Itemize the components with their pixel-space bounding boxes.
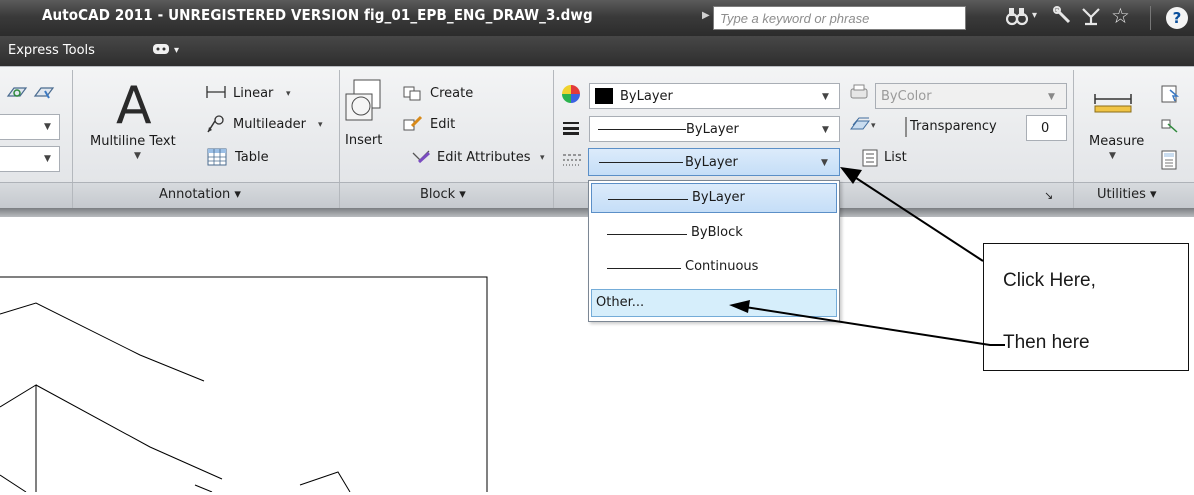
table-button[interactable]: Table — [235, 150, 269, 165]
edit-attributes-button[interactable]: Edit Attributes — [437, 150, 530, 165]
measure-button[interactable]: Measure — [1089, 134, 1144, 149]
panel-divider — [339, 183, 340, 208]
edit-block-icon[interactable] — [402, 114, 424, 137]
annotation-panel-label[interactable]: Annotation ▾ — [159, 187, 241, 202]
utilities-panel-label[interactable]: Utilities ▾ — [1097, 187, 1157, 202]
calculator-icon[interactable] — [1160, 150, 1178, 173]
chevron-down-icon: ▼ — [821, 158, 828, 168]
layer-tool-icon[interactable] — [33, 84, 55, 105]
measure-icon[interactable] — [1093, 92, 1133, 117]
transparency-label: Transparency — [910, 119, 997, 134]
plot-style-dropdown[interactable]: ByColor ▼ — [875, 83, 1067, 109]
lineweight-dropdown[interactable]: ByLayer ▼ — [589, 116, 840, 142]
linetype-preview — [608, 199, 688, 200]
chevron-down-icon[interactable]: ▾ — [318, 120, 323, 130]
color-dropdown[interactable]: ByLayer ▼ — [589, 83, 840, 109]
menu-express-tools[interactable]: Express Tools — [8, 43, 95, 58]
search-input[interactable] — [714, 7, 965, 29]
panel-divider — [1073, 183, 1074, 208]
layer-dropdown[interactable]: ▼ — [0, 146, 60, 172]
color-value: ByLayer — [620, 89, 673, 104]
chevron-down-icon[interactable]: ▾ — [1032, 10, 1037, 21]
search-expand-icon[interactable]: ▶ — [702, 10, 710, 21]
linetype-preview — [607, 268, 681, 269]
gamepad-icon[interactable]: ▾ — [152, 41, 182, 61]
svg-text:▾: ▾ — [871, 121, 876, 131]
linetype-option-label: Continuous — [685, 259, 759, 274]
multileader-icon[interactable] — [205, 114, 229, 137]
chevron-down-icon: ▼ — [44, 154, 51, 164]
chevron-down-icon: ▼ — [822, 125, 829, 135]
layer-tool-icon[interactable] — [6, 84, 28, 105]
search-box[interactable] — [713, 6, 966, 30]
lineweight-value: ByLayer — [686, 122, 739, 137]
linetype-option-continuous[interactable]: Continuous — [591, 253, 837, 283]
linetype-preview — [607, 234, 687, 235]
insert-block-icon[interactable] — [344, 78, 386, 127]
panel-divider — [553, 183, 554, 208]
chevron-down-icon[interactable]: ▼ — [134, 151, 141, 161]
linear-button[interactable]: Linear — [233, 86, 273, 101]
linetype-dropdown-list: ByLayer ByBlock Continuous Other... — [588, 180, 840, 322]
lineweight-preview — [598, 129, 686, 130]
color-wheel-icon[interactable] — [561, 84, 581, 107]
linetype-dropdown[interactable]: ByLayer ▼ — [588, 148, 840, 176]
chevron-down-icon: ▼ — [822, 92, 829, 102]
block-panel-label[interactable]: Block ▾ — [420, 187, 466, 202]
panel-divider — [72, 183, 73, 208]
chevron-down-icon[interactable]: ▾ — [286, 89, 291, 99]
transparency-input[interactable]: 0 — [1026, 115, 1067, 141]
quick-select-icon[interactable] — [1160, 84, 1180, 107]
linetype-option-byblock[interactable]: ByBlock — [591, 219, 837, 249]
menu-bar: Express Tools ▾ — [0, 36, 1194, 66]
svg-text:▾: ▾ — [174, 45, 179, 56]
list-icon[interactable] — [860, 149, 880, 170]
title-bar: AutoCAD 2011 - UNREGISTERED VERSION fig_… — [0, 0, 1194, 36]
chevron-down-icon[interactable]: ▼ — [1109, 151, 1116, 161]
chevron-down-icon[interactable]: ▾ — [540, 153, 545, 163]
callout-text-click-here: Click Here, — [1003, 270, 1096, 291]
linetype-option-other[interactable]: Other... — [591, 289, 837, 317]
layer-transparency-icon[interactable]: ▾ — [849, 115, 879, 138]
callout-text-then-here: Then here — [1003, 332, 1090, 353]
multiline-text-button[interactable]: Multiline Text — [90, 134, 176, 149]
chevron-down-icon: ▼ — [1048, 92, 1055, 102]
create-button[interactable]: Create — [430, 86, 473, 101]
lineweight-icon[interactable] — [562, 121, 580, 138]
create-block-icon[interactable] — [402, 84, 422, 105]
binoculars-icon[interactable] — [1005, 6, 1029, 31]
list-button[interactable]: List — [884, 150, 907, 165]
satellite-icon[interactable] — [1080, 6, 1102, 31]
linetype-preview — [599, 162, 683, 163]
wrench-icon[interactable] — [1052, 6, 1072, 31]
linetype-option-bylayer[interactable]: ByLayer — [591, 183, 837, 213]
plot-style-icon[interactable] — [849, 84, 869, 105]
linetype-option-label: ByBlock — [691, 225, 743, 240]
linear-dimension-icon[interactable] — [205, 84, 227, 103]
multileader-button[interactable]: Multileader — [233, 117, 306, 132]
layer-dropdown[interactable]: ▼ — [0, 114, 60, 140]
plot-style-value: ByColor — [881, 89, 932, 104]
title-divider — [1150, 6, 1151, 30]
edit-attributes-icon[interactable] — [410, 148, 432, 169]
linetype-icon[interactable] — [562, 153, 582, 170]
transparency-value: 0 — [1041, 121, 1050, 136]
app-title: AutoCAD 2011 - UNREGISTERED VERSION fig_… — [42, 6, 593, 24]
chevron-down-icon: ▼ — [44, 122, 51, 132]
select-similar-icon[interactable] — [1160, 116, 1180, 139]
transparency-slider-handle[interactable] — [905, 117, 907, 137]
linetype-option-label: ByLayer — [692, 190, 745, 205]
table-icon[interactable] — [207, 148, 227, 169]
star-icon[interactable]: ☆ — [1111, 4, 1130, 28]
help-icon[interactable]: ? — [1166, 7, 1188, 29]
properties-dialog-launcher[interactable]: ↘ — [1044, 189, 1053, 202]
insert-button[interactable]: Insert — [345, 133, 382, 148]
color-swatch — [595, 88, 613, 104]
linetype-value: ByLayer — [685, 155, 738, 170]
multiline-text-icon[interactable]: A — [116, 76, 152, 136]
edit-button[interactable]: Edit — [430, 117, 455, 132]
